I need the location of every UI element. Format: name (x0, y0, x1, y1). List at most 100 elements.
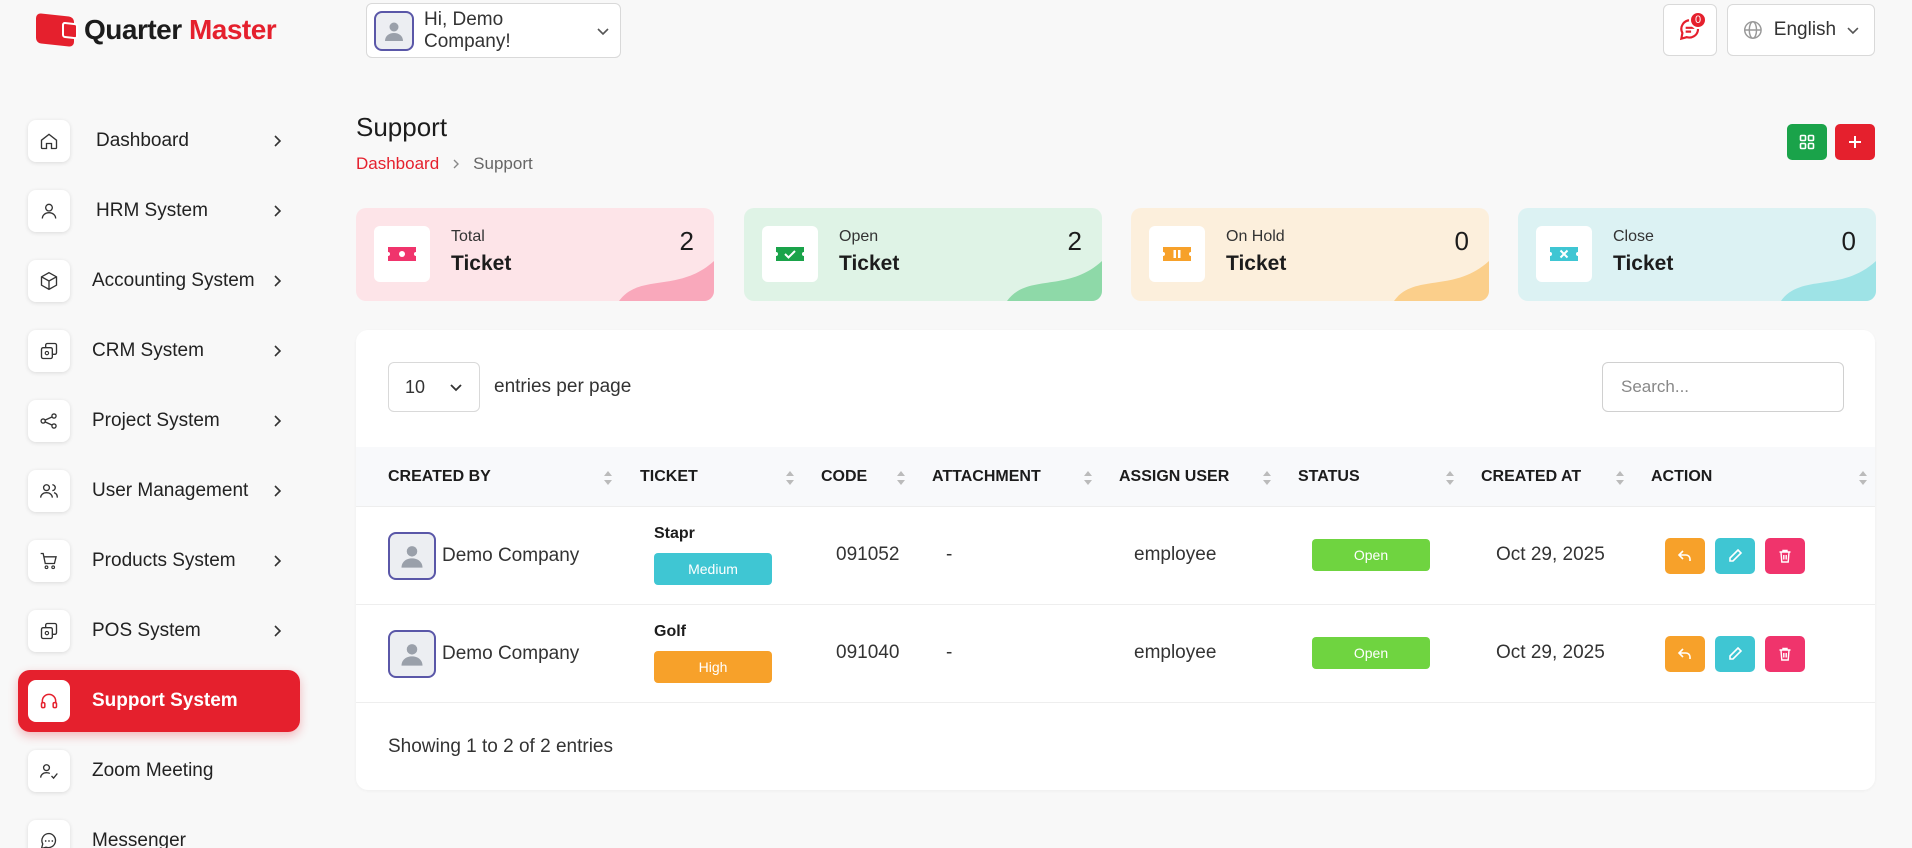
reply-icon (1677, 648, 1691, 659)
headphones-icon (40, 693, 58, 709)
sort-icon[interactable] (1445, 469, 1455, 487)
wave-decoration (619, 261, 714, 301)
pencil-icon (1729, 646, 1743, 660)
stat-card-on-hold: On Hold Ticket 0 (1131, 208, 1489, 301)
sidebar-item-messenger[interactable]: Messenger (18, 810, 300, 848)
sidebar-item-label: HRM System (96, 200, 208, 221)
language-label: English (1773, 19, 1837, 40)
wave-decoration (1781, 261, 1876, 301)
sort-icon[interactable] (1615, 469, 1625, 487)
column-header-created-by[interactable]: CREATED BY (388, 447, 491, 507)
cart-icon (40, 552, 57, 570)
sidebar-item-label: Project System (92, 410, 220, 431)
sort-icon[interactable] (1083, 469, 1093, 487)
layers-icon (40, 622, 58, 640)
notifications-button[interactable]: 0 (1663, 4, 1717, 56)
column-header-action[interactable]: ACTION (1651, 447, 1712, 507)
sidebar-item-label: Products System (92, 550, 236, 571)
reply-button[interactable] (1665, 538, 1705, 574)
plus-icon (1849, 136, 1861, 148)
page-title: Support (356, 112, 448, 142)
sidebar-item-accounting[interactable]: Accounting System (18, 250, 300, 312)
chevron-down-icon (1847, 27, 1859, 35)
table-footer-info: Showing 1 to 2 of 2 entries (388, 736, 613, 757)
edit-button[interactable] (1715, 636, 1755, 672)
ticket-name[interactable]: Stapr (654, 525, 695, 543)
sort-icon[interactable] (785, 469, 795, 487)
sort-icon[interactable] (1262, 469, 1272, 487)
chevron-right-icon (274, 275, 282, 287)
assign-user: employee (1134, 642, 1217, 663)
trash-icon (1779, 549, 1791, 563)
column-header-ticket[interactable]: TICKET (640, 447, 698, 507)
ticket-x-icon (1550, 247, 1578, 261)
ticket-name[interactable]: Golf (654, 623, 686, 641)
stat-sublabel: Ticket (1613, 252, 1674, 275)
per-page-label: entries per page (494, 376, 632, 397)
sidebar-item-zoom[interactable]: Zoom Meeting (18, 740, 300, 802)
user-menu-button[interactable]: Hi, Demo Company! (366, 3, 621, 58)
reply-icon (1677, 550, 1691, 561)
pencil-icon (1729, 548, 1743, 562)
stat-card-open: Open Ticket 2 (744, 208, 1102, 301)
chevron-right-icon (274, 625, 282, 637)
avatar (388, 630, 436, 678)
user-avatar-icon (401, 546, 423, 568)
user-avatar-icon (401, 644, 423, 666)
breadcrumb-home-link[interactable]: Dashboard (356, 154, 439, 174)
sidebar-item-support[interactable]: Support System (18, 670, 300, 732)
sidebar-item-project[interactable]: Project System (18, 390, 300, 452)
user-greeting: Hi, Demo Company! (424, 8, 511, 52)
user-icon (41, 203, 57, 219)
priority-badge: High (654, 651, 772, 683)
stat-label: Total (451, 228, 485, 245)
sidebar-item-label: User Management (92, 480, 249, 501)
sidebar-item-crm[interactable]: CRM System (18, 320, 300, 382)
breadcrumb-current: Support (473, 154, 533, 173)
stat-card-total: Total Ticket 2 (356, 208, 714, 301)
column-header-code[interactable]: CODE (821, 447, 867, 507)
reply-button[interactable] (1665, 636, 1705, 672)
per-page-select[interactable]: 10 (388, 362, 480, 412)
add-ticket-button[interactable] (1835, 124, 1875, 160)
column-header-attachment[interactable]: ATTACHMENT (932, 447, 1041, 507)
user-check-icon (40, 764, 58, 780)
chevron-right-icon (274, 555, 282, 567)
sidebar: Dashboard HRM System Accounting System C… (18, 110, 300, 848)
sort-icon[interactable] (896, 469, 906, 487)
stat-sublabel: Ticket (451, 252, 512, 275)
chevron-down-icon (450, 384, 462, 392)
sidebar-item-hrm[interactable]: HRM System (18, 180, 300, 242)
user-avatar-icon (385, 22, 403, 41)
chevron-right-icon (274, 415, 282, 427)
column-header-status[interactable]: STATUS (1298, 447, 1360, 507)
stat-label: On Hold (1226, 228, 1285, 245)
layers-icon (40, 342, 58, 360)
chevron-right-icon (274, 485, 282, 497)
message-icon (40, 832, 57, 848)
column-header-assign-user[interactable]: ASSIGN USER (1119, 447, 1229, 507)
delete-button[interactable] (1765, 538, 1805, 574)
edit-button[interactable] (1715, 538, 1755, 574)
globe-icon (1743, 21, 1762, 39)
sort-icon[interactable] (1858, 469, 1868, 487)
language-selector[interactable]: English (1727, 4, 1875, 56)
delete-button[interactable] (1765, 636, 1805, 672)
sidebar-item-user-management[interactable]: User Management (18, 460, 300, 522)
brand-logo[interactable]: Quarter Master (36, 13, 277, 47)
grid-view-button[interactable] (1787, 124, 1827, 160)
assign-user: employee (1134, 544, 1217, 565)
sidebar-item-label: Messenger (92, 830, 186, 848)
attachment-value: - (946, 642, 953, 663)
chevron-right-icon (274, 345, 282, 357)
sidebar-item-label: POS System (92, 620, 201, 641)
brand-name-part2: Master (188, 14, 277, 45)
sort-icon[interactable] (603, 469, 613, 487)
column-header-created-at[interactable]: CREATED AT (1481, 447, 1581, 507)
stat-sublabel: Ticket (839, 252, 900, 275)
sidebar-item-dashboard[interactable]: Dashboard (18, 110, 300, 172)
search-input[interactable] (1602, 362, 1844, 412)
sidebar-item-pos[interactable]: POS System (18, 600, 300, 662)
sidebar-item-products[interactable]: Products System (18, 530, 300, 592)
stat-card-close: Close Ticket 0 (1518, 208, 1876, 301)
